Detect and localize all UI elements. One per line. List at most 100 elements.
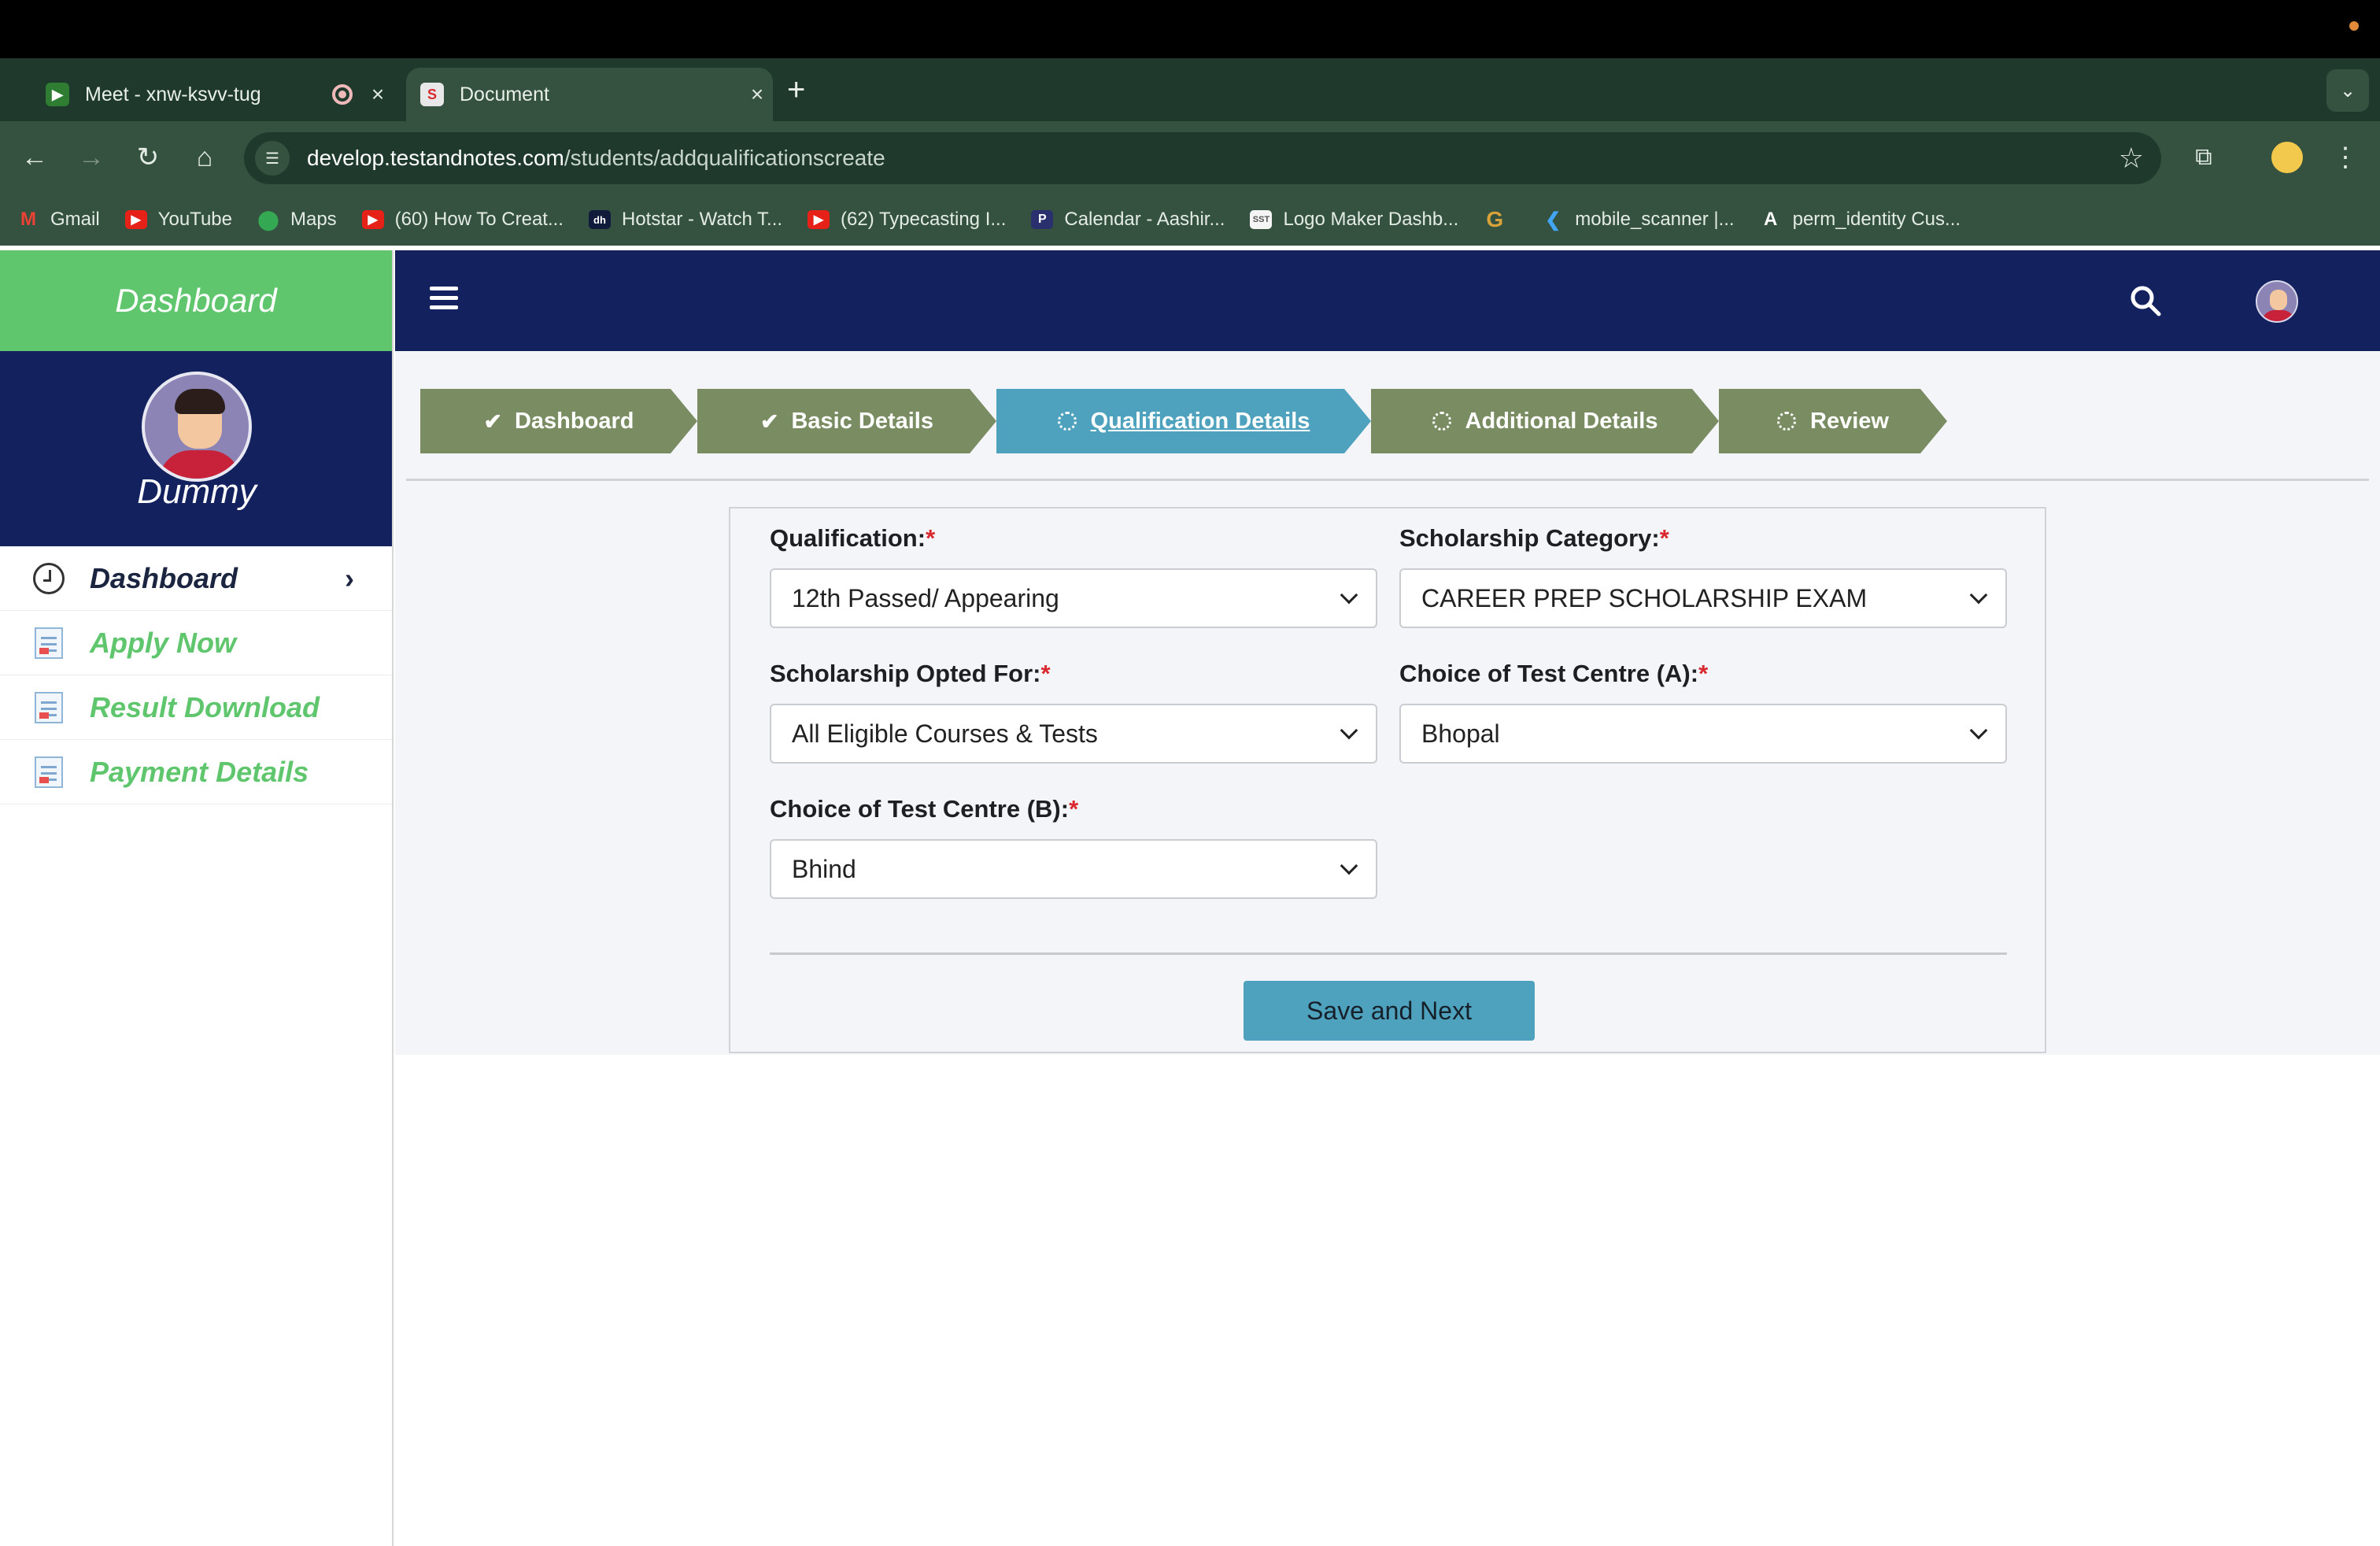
select-value: Bhopal xyxy=(1421,719,1500,748)
maps-icon: ⬤ xyxy=(257,209,279,231)
browser-toolbar: ← → ↻ ⌂ ☰ develop.testandnotes.com/stude… xyxy=(0,121,2380,194)
bookmark-label: Gmail xyxy=(50,209,100,230)
chevron-down-icon xyxy=(1340,856,1358,875)
bookmark-perm-identity[interactable]: Aperm_identity Cus... xyxy=(1760,209,1961,231)
bookmark-hotstar[interactable]: dh Hotstar - Watch T... xyxy=(588,209,783,231)
qualification-field: Qualification:* 12th Passed/ Appearing xyxy=(770,524,1377,628)
tab-document[interactable]: S Document × xyxy=(406,68,773,121)
calendar-icon: P xyxy=(1031,210,1054,229)
hotstar-icon: dh xyxy=(588,210,611,229)
chevron-down-icon xyxy=(1340,721,1358,740)
field-label: Choice of Test Centre (B):* xyxy=(770,795,1079,823)
close-tab-icon[interactable]: × xyxy=(362,82,394,107)
step-qualification-details[interactable]: Qualification Details xyxy=(996,389,1371,453)
tab-search-chevron-icon[interactable]: ⌄ xyxy=(2326,69,2369,112)
recording-icon xyxy=(332,84,353,105)
extensions-icon[interactable]: ⧉ xyxy=(2185,139,2223,176)
sidebar-item-label: Dashboard xyxy=(90,561,238,594)
step-label: Additional Details xyxy=(1465,408,1658,434)
reload-icon[interactable]: ↻ xyxy=(129,139,167,176)
test-centre-a-select[interactable]: Bhopal xyxy=(1399,704,2007,764)
select-value: All Eligible Courses & Tests xyxy=(792,719,1098,748)
chevron-down-icon xyxy=(1340,586,1358,605)
step-dashboard[interactable]: ✔ Dashboard xyxy=(420,389,697,453)
user-name: Dummy xyxy=(137,472,257,511)
select-value: CAREER PREP SCHOLARSHIP EXAM xyxy=(1421,583,1868,612)
youtube-icon: ▶ xyxy=(361,210,384,229)
required-mark: * xyxy=(1040,660,1051,687)
required-mark: * xyxy=(926,524,936,552)
document-icon xyxy=(31,690,66,725)
step-additional-details[interactable]: Additional Details xyxy=(1371,389,1719,453)
required-mark: * xyxy=(1659,524,1669,552)
address-bar[interactable]: ☰ develop.testandnotes.com/students/addq… xyxy=(244,132,2161,184)
bookmark-gmail[interactable]: M Gmail xyxy=(17,209,100,231)
document-icon xyxy=(31,626,66,660)
bookmark-maps[interactable]: ⬤ Maps xyxy=(257,209,337,231)
spinner-icon xyxy=(1432,412,1451,431)
tab-strip: ▶ Meet - xnw-ksvv-tug × S Document × xyxy=(0,58,2380,121)
chevron-down-icon xyxy=(1969,586,1988,605)
os-top-bar xyxy=(0,0,2380,58)
close-tab-icon[interactable]: × xyxy=(741,82,773,107)
sidebar-item-payment-details[interactable]: Payment Details xyxy=(0,740,392,804)
user-avatar[interactable] xyxy=(2256,280,2298,323)
select-value: Bhind xyxy=(792,854,856,883)
tab-meet[interactable]: ▶ Meet - xnw-ksvv-tug × xyxy=(31,68,394,121)
bookmark-label: Logo Maker Dashb... xyxy=(1283,209,1459,230)
bookmark-youtube-video[interactable]: ▶ (62) Typecasting I... xyxy=(808,209,1006,231)
browser-menu-icon[interactable]: ⋮ xyxy=(2326,139,2364,176)
flutter-icon: ❮ xyxy=(1545,209,1561,231)
save-and-next-button[interactable]: Save and Next xyxy=(1244,981,1535,1041)
site-info-icon[interactable]: ☰ xyxy=(255,141,290,176)
sidebar-brand[interactable]: Dashboard xyxy=(0,250,392,351)
site-favicon-icon: S xyxy=(420,83,444,106)
step-review[interactable]: Review xyxy=(1719,389,1947,453)
document-icon xyxy=(31,755,66,790)
bookmark-youtube-video[interactable]: ▶ (60) How To Creat... xyxy=(361,209,564,231)
tab-title: Meet - xnw-ksvv-tug xyxy=(85,83,261,105)
clock-icon xyxy=(31,561,66,596)
test-centre-a-field: Choice of Test Centre (A):* Bhopal xyxy=(1399,660,2007,764)
field-label: Scholarship Category:* xyxy=(1399,524,1669,552)
select-value: 12th Passed/ Appearing xyxy=(792,583,1059,612)
hamburger-menu-icon[interactable] xyxy=(430,287,458,312)
step-basic-details[interactable]: ✔ Basic Details xyxy=(697,389,996,453)
qualification-select[interactable]: 12th Passed/ Appearing xyxy=(770,568,1377,628)
forward-icon[interactable]: → xyxy=(72,139,110,176)
avatar xyxy=(142,372,252,482)
bookmark-label: Hotstar - Watch T... xyxy=(621,209,783,230)
new-tab-icon[interactable]: + xyxy=(787,69,805,110)
home-icon[interactable]: ⌂ xyxy=(186,139,224,176)
sidebar-item-dashboard[interactable]: Dashboard › xyxy=(0,546,392,611)
bookmark-google[interactable]: G xyxy=(1484,207,1517,231)
browser-profile-avatar[interactable] xyxy=(2271,142,2303,173)
bookmark-star-icon[interactable]: ☆ xyxy=(2119,142,2144,175)
bookmark-label: mobile_scanner |... xyxy=(1575,209,1735,230)
sidebar: Dashboard Dummy Dashboard › Apply Now Re… xyxy=(0,250,394,1546)
scholarship-opted-select[interactable]: All Eligible Courses & Tests xyxy=(770,704,1377,764)
search-icon[interactable] xyxy=(2130,285,2161,316)
step-label: Qualification Details xyxy=(1090,408,1310,434)
sidebar-item-result-download[interactable]: Result Download xyxy=(0,675,392,740)
bookmark-calendar[interactable]: P Calendar - Aashir... xyxy=(1031,209,1225,231)
test-centre-b-select[interactable]: Bhind xyxy=(770,839,1377,899)
bookmark-mobile-scanner[interactable]: ❮ mobile_scanner |... xyxy=(1542,209,1734,231)
step-label: Basic Details xyxy=(791,408,933,434)
bookmark-logo-maker[interactable]: SST Logo Maker Dashb... xyxy=(1250,209,1458,231)
bookmark-label: (60) How To Creat... xyxy=(394,209,564,230)
qualification-form: Qualification:* 12th Passed/ Appearing S… xyxy=(729,507,2046,1053)
bookmarks-bar: M Gmail ▶ YouTube ⬤ Maps ▶ (60) How To Creat… xyxy=(0,194,2380,246)
field-label: Choice of Test Centre (A):* xyxy=(1399,660,1709,687)
sidebar-item-apply-now[interactable]: Apply Now xyxy=(0,611,392,675)
sidebar-item-label: Apply Now xyxy=(90,626,236,659)
chevron-down-icon xyxy=(1969,721,1988,740)
spinner-icon xyxy=(1777,412,1796,431)
chevron-right-icon: › xyxy=(345,561,354,594)
check-icon: ✔ xyxy=(483,409,502,434)
scholarship-category-select[interactable]: CAREER PREP SCHOLARSHIP EXAM xyxy=(1399,568,2007,628)
main-content: ✔ Dashboard ✔ Basic Details Qualificatio… xyxy=(395,351,2380,1055)
check-icon: ✔ xyxy=(759,409,779,434)
back-icon[interactable]: ← xyxy=(16,139,54,176)
bookmark-youtube[interactable]: ▶ YouTube xyxy=(124,209,232,231)
